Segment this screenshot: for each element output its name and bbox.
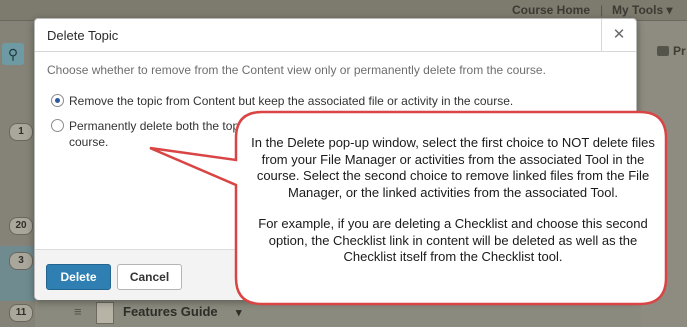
- callout-text: In the Delete pop-up window, select the …: [251, 135, 655, 281]
- callout-paragraph: For example, if you are deleting a Check…: [258, 216, 648, 264]
- callout-paragraph: In the Delete pop-up window, select the …: [251, 135, 655, 200]
